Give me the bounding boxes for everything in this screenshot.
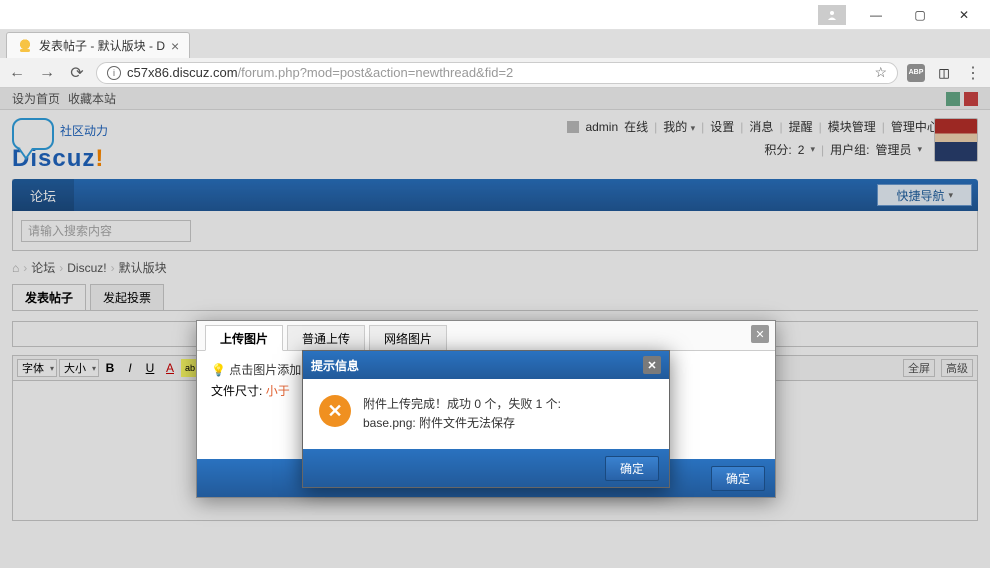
address-bar-row: ← → ⟳ i c57x86.discuz.com/forum.php?mod=…: [0, 58, 990, 88]
alert-line1: 附件上传完成！成功 0 个，失败 1 个:: [363, 395, 561, 414]
os-user-icon[interactable]: [818, 5, 846, 25]
tab-title: 发表帖子 - 默认版块 - D: [39, 37, 165, 54]
upload-ok-button[interactable]: 确定: [711, 466, 765, 491]
tab-close-icon[interactable]: ×: [171, 38, 179, 54]
abp-extension-icon[interactable]: ABP: [906, 63, 926, 83]
back-button[interactable]: ←: [6, 62, 28, 84]
tab-web-image[interactable]: 网络图片: [369, 325, 447, 350]
address-input[interactable]: i c57x86.discuz.com/forum.php?mod=post&a…: [96, 62, 898, 84]
upload-hint: 点击图片添加: [229, 363, 301, 377]
alert-ok-button[interactable]: 确定: [605, 456, 659, 481]
forward-button[interactable]: →: [36, 62, 58, 84]
menu-icon[interactable]: ⋮: [962, 62, 984, 84]
error-icon: ✕: [319, 395, 351, 427]
alert-dialog: 提示信息 ✕ ✕ 附件上传完成！成功 0 个，失败 1 个: base.png:…: [302, 350, 670, 488]
maximize-button[interactable]: ▢: [898, 1, 942, 29]
tab-normal-upload[interactable]: 普通上传: [287, 325, 365, 350]
alert-close-icon[interactable]: ✕: [643, 356, 661, 374]
alert-message: 附件上传完成！成功 0 个，失败 1 个: base.png: 附件文件无法保存: [363, 395, 561, 433]
browser-tab-bar: 发表帖子 - 默认版块 - D ×: [0, 30, 990, 58]
reload-button[interactable]: ⟳: [66, 62, 88, 84]
favicon-icon: [17, 38, 33, 54]
alert-line2: base.png: 附件文件无法保存: [363, 414, 561, 433]
size-label: 文件尺寸:: [211, 384, 262, 398]
url-text: c57x86.discuz.com/forum.php?mod=post&act…: [127, 65, 868, 80]
close-window-button[interactable]: ✕: [942, 1, 986, 29]
alert-title: 提示信息: [311, 357, 359, 374]
minimize-button[interactable]: —: [854, 1, 898, 29]
tab-upload-image[interactable]: 上传图片: [205, 325, 283, 351]
site-info-icon[interactable]: i: [107, 66, 121, 80]
page-viewport: 设为首页 收藏本站 社区动力 Discuz! admin 在线| 我的 ▾| 设…: [0, 88, 990, 568]
window-titlebar: — ▢ ✕: [0, 0, 990, 30]
bookmark-star-icon[interactable]: ☆: [874, 64, 887, 81]
extension-icon[interactable]: ◫: [934, 63, 954, 83]
size-value: 小于: [266, 384, 290, 398]
upload-close-icon[interactable]: ✕: [751, 325, 769, 343]
bulb-icon: 💡: [211, 363, 226, 377]
browser-tab[interactable]: 发表帖子 - 默认版块 - D ×: [6, 32, 190, 58]
